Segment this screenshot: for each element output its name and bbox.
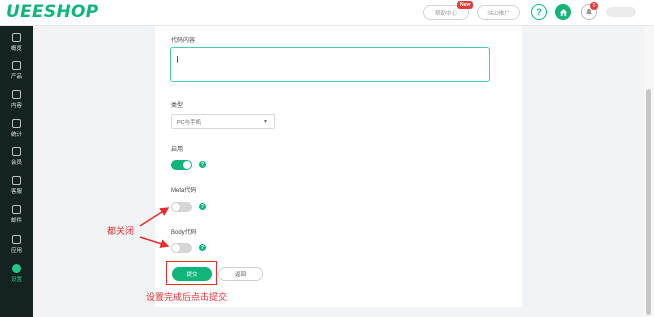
sidebar-item-content[interactable]: 内容 <box>0 89 33 115</box>
meta-code-label: Meta代码 <box>171 188 197 194</box>
sidebar-item-service[interactable]: 客服 <box>0 175 33 201</box>
meta-code-toggle[interactable] <box>171 202 192 212</box>
seo-promotion-button[interactable]: SEO推广 <box>477 5 520 20</box>
sidebar-item-stats[interactable]: 统计 <box>0 118 33 144</box>
help-icon[interactable]: ? <box>199 161 206 168</box>
code-content-textarea[interactable] <box>170 47 490 82</box>
enable-toggle[interactable] <box>171 160 192 170</box>
sidebar-item-overview[interactable]: 概览 <box>0 32 33 58</box>
back-button[interactable]: 返回 <box>218 267 263 281</box>
service-icon <box>12 176 21 185</box>
sidebar-item-label: 应用 <box>10 248 22 254</box>
content-icon <box>12 90 21 99</box>
new-badge: New <box>457 1 474 9</box>
help-icon[interactable]: ? <box>199 203 206 210</box>
settings-icon <box>12 264 21 273</box>
code-content-label: 代码内容 <box>171 38 196 44</box>
sidebar-item-label: 产品 <box>10 74 22 80</box>
user-menu[interactable] <box>606 7 636 17</box>
help-icon[interactable]: ? <box>531 4 547 20</box>
text-caret <box>177 56 178 63</box>
sidebar-item-members[interactable]: 会员 <box>0 146 33 172</box>
product-icon <box>12 61 21 70</box>
sidebar-item-apps[interactable]: 应用 <box>0 234 33 260</box>
annotation-submit-hint: 设置完成后点击提交 <box>146 292 228 302</box>
submit-highlight-box <box>166 261 217 285</box>
mail-icon <box>12 205 21 214</box>
chevron-down-icon: ▼ <box>263 119 268 125</box>
user-icon <box>12 147 21 156</box>
type-select-value: PC与手机 <box>177 119 202 126</box>
sidebar-item-products[interactable]: 产品 <box>0 60 33 86</box>
sidebar-item-label: 概览 <box>10 46 22 52</box>
house-glyph <box>559 8 567 16</box>
toggle-knob <box>172 203 180 211</box>
enable-label: 启用 <box>171 147 184 153</box>
type-select[interactable]: PC与手机 ▼ <box>171 114 275 129</box>
type-label: 类型 <box>171 103 184 109</box>
toggle-knob <box>172 244 180 252</box>
sidebar-item-label: 设置 <box>10 277 22 283</box>
page-scrollbar[interactable] <box>644 26 654 317</box>
sidebar-item-label: 邮件 <box>10 218 22 224</box>
help-icon[interactable]: ? <box>199 244 206 251</box>
sidebar-item-label: 统计 <box>10 132 22 138</box>
body-code-label: Body代码 <box>171 230 197 236</box>
notification-badge: 0 <box>590 2 598 10</box>
scrollbar-thumb[interactable] <box>646 89 651 315</box>
body-code-toggle[interactable] <box>171 243 192 253</box>
annotation-all-off: 都关闭 <box>107 226 135 236</box>
home-icon[interactable] <box>555 4 571 20</box>
sidebar-item-label: 会员 <box>10 160 22 166</box>
sidebar: 概览 产品 内容 统计 会员 客服 邮件 应用 设置 <box>0 26 33 317</box>
logo[interactable]: UEESHOP <box>6 2 99 22</box>
dashboard-icon <box>12 33 21 42</box>
sidebar-item-label: 内容 <box>10 103 22 109</box>
toggle-knob <box>183 161 191 169</box>
chart-icon <box>12 119 21 128</box>
apps-icon <box>12 235 21 244</box>
sidebar-item-label: 客服 <box>10 189 22 195</box>
sidebar-item-settings[interactable]: 设置 <box>0 263 33 289</box>
sidebar-item-mail[interactable]: 邮件 <box>0 204 33 230</box>
top-header: UEESHOP 帮助中心 New SEO推广 ? 0 <box>0 0 654 26</box>
